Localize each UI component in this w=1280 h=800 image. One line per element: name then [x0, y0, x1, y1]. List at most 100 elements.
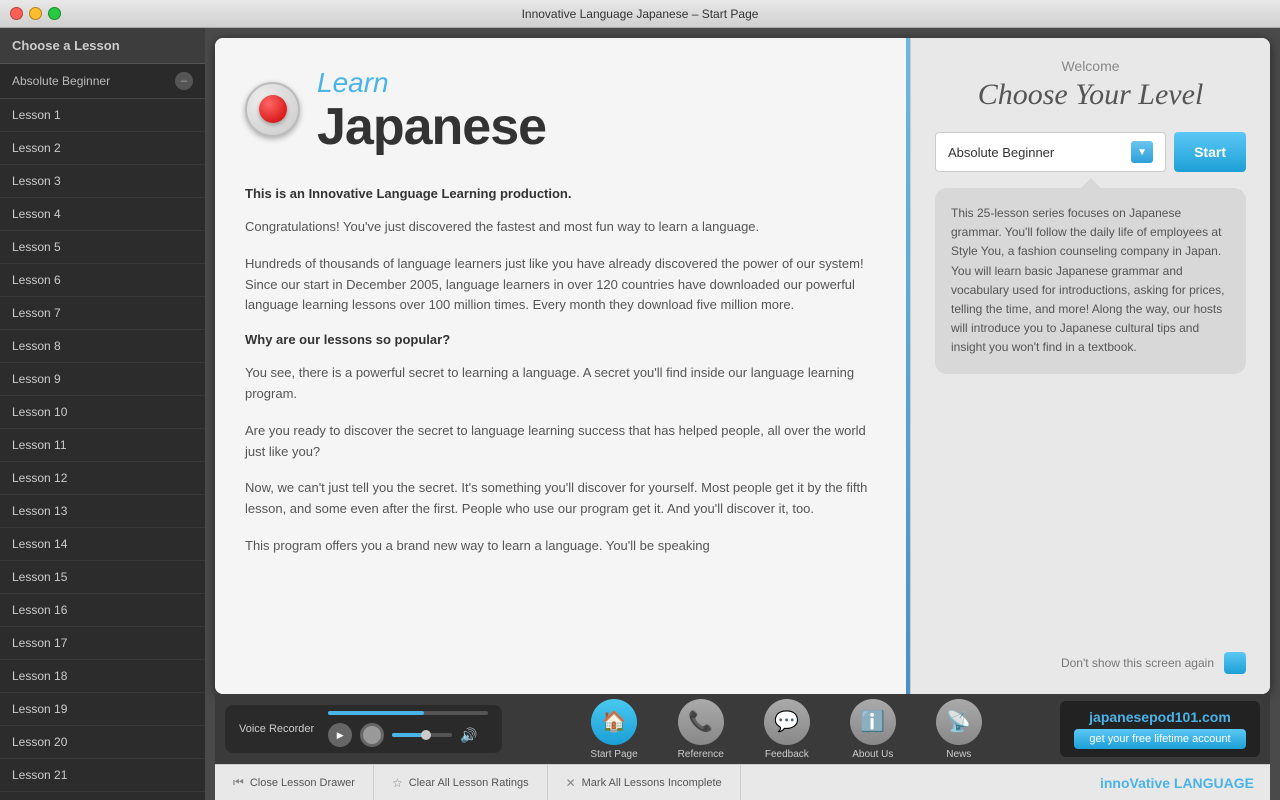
content-body: Learn Japanese This is an Innovative Lan… [215, 38, 1270, 694]
left-panel: Learn Japanese This is an Innovative Lan… [215, 38, 910, 694]
lesson-item-1[interactable]: Lesson 1 [0, 99, 205, 132]
title-bar: Innovative Language Japanese – Start Pag… [0, 0, 1280, 28]
lesson-item-6[interactable]: Lesson 6 [0, 264, 205, 297]
nav-icons: 🏠 Start Page 📞 Reference 💬 Feedback ℹ️ A… [512, 693, 1060, 766]
footer-logo: innoVative LANGUAGE [1084, 775, 1270, 791]
phone-icon: 📞 [678, 699, 724, 745]
choose-level-text: Choose Your Level [935, 78, 1246, 112]
footer-logo-suffix: ative [1138, 775, 1170, 791]
lesson-item-9[interactable]: Lesson 9 [0, 363, 205, 396]
footer-logo-v: V [1130, 775, 1139, 791]
vertical-divider [906, 38, 910, 694]
dont-show-checkbox[interactable] [1224, 652, 1246, 674]
recorder-speaker-icon: 🔊 [460, 727, 477, 744]
window-controls[interactable] [10, 7, 61, 20]
description-text: This 25-lesson series focuses on Japanes… [951, 206, 1224, 354]
recorder-progress-fill [328, 711, 424, 715]
intro-para4: Are you ready to discover the secret to … [245, 421, 880, 463]
recorder-label: Voice Recorder [239, 723, 314, 735]
mark-incomplete-button[interactable]: ✕ Mark All Lessons Incomplete [548, 765, 741, 800]
lesson-item-13[interactable]: Lesson 13 [0, 495, 205, 528]
intro-para1-section: Congratulations! You've just discovered … [245, 217, 880, 238]
app-wrapper: Choose a Lesson Absolute Beginner – Less… [0, 28, 1280, 800]
footer-logo-language: LANGUAGE [1170, 775, 1254, 791]
recorder-record-button[interactable] [360, 723, 384, 747]
nav-item-about-us[interactable]: ℹ️ About Us [830, 693, 916, 766]
lesson-item-12[interactable]: Lesson 12 [0, 462, 205, 495]
sidebar-collapse-icon[interactable]: – [175, 72, 193, 90]
star-icon: ☆ [392, 776, 403, 790]
nav-item-news[interactable]: 📡 News [916, 693, 1002, 766]
maximize-button[interactable] [48, 7, 61, 20]
branding-url-pod: pod [1149, 709, 1175, 725]
intro-para3: You see, there is a powerful secret to l… [245, 363, 880, 405]
sidebar-level-row[interactable]: Absolute Beginner – [0, 64, 205, 99]
branding-cta-button[interactable]: get your free lifetime account [1074, 729, 1246, 749]
lesson-item-2[interactable]: Lesson 2 [0, 132, 205, 165]
branding-area: japanesepod101.com get your free lifetim… [1060, 701, 1260, 757]
recorder-volume-slider[interactable] [392, 733, 452, 737]
nav-label-feedback: Feedback [765, 749, 809, 760]
logo-area: Learn Japanese [245, 68, 880, 156]
intro-para6-section: This program offers you a brand new way … [245, 536, 880, 557]
logo-icon-inner [245, 82, 300, 137]
lesson-item-17[interactable]: Lesson 17 [0, 627, 205, 660]
level-selector-row: Absolute Beginner ▼ Start [935, 132, 1246, 172]
logo-learn-text: Learn [317, 68, 546, 99]
right-panel: Welcome Choose Your Level Absolute Begin… [910, 38, 1270, 694]
minimize-button[interactable] [29, 7, 42, 20]
close-drawer-label: Close Lesson Drawer [250, 777, 355, 789]
lesson-item-22[interactable]: Lesson 22 [0, 792, 205, 800]
chat-icon: 💬 [764, 699, 810, 745]
branding-url: japanesepod101.com [1074, 709, 1246, 725]
recorder-volume-knob [421, 730, 431, 740]
content-card: Learn Japanese This is an Innovative Lan… [215, 38, 1270, 694]
nav-item-reference[interactable]: 📞 Reference [658, 693, 744, 766]
nav-label-news: News [946, 749, 971, 760]
sidebar-lessons: Lesson 1Lesson 2Lesson 3Lesson 4Lesson 5… [0, 99, 205, 800]
intro-para2: Hundreds of thousands of language learne… [245, 254, 880, 316]
nav-item-start-page[interactable]: 🏠 Start Page [570, 693, 657, 766]
level-dropdown[interactable]: Absolute Beginner ▼ [935, 132, 1166, 172]
sidebar-header: Choose a Lesson [0, 28, 205, 64]
intro-para1: Congratulations! You've just discovered … [245, 217, 880, 238]
intro-heading1-section: Why are our lessons so popular? [245, 332, 880, 347]
lesson-item-21[interactable]: Lesson 21 [0, 759, 205, 792]
recorder-controls: ▶ 🔊 [328, 723, 488, 747]
close-drawer-button[interactable]: ⏮ Close Lesson Drawer [215, 765, 374, 800]
close-button[interactable] [10, 7, 23, 20]
lesson-item-18[interactable]: Lesson 18 [0, 660, 205, 693]
nav-label-start-page: Start Page [590, 749, 637, 760]
logo-red-circle [259, 95, 287, 123]
lesson-item-16[interactable]: Lesson 16 [0, 594, 205, 627]
lesson-item-8[interactable]: Lesson 8 [0, 330, 205, 363]
bottom-toolbar: Voice Recorder ▶ 🔊 [215, 694, 1270, 764]
clear-ratings-label: Clear All Lesson Ratings [409, 777, 529, 789]
lesson-item-14[interactable]: Lesson 14 [0, 528, 205, 561]
home-icon: 🏠 [591, 699, 637, 745]
intro-para2-section: Hundreds of thousands of language learne… [245, 254, 880, 316]
lesson-item-19[interactable]: Lesson 19 [0, 693, 205, 726]
lesson-item-20[interactable]: Lesson 20 [0, 726, 205, 759]
lesson-item-3[interactable]: Lesson 3 [0, 165, 205, 198]
sidebar: Choose a Lesson Absolute Beginner – Less… [0, 28, 205, 800]
lesson-item-5[interactable]: Lesson 5 [0, 231, 205, 264]
start-button[interactable]: Start [1174, 132, 1246, 172]
x-icon: ✕ [566, 776, 576, 790]
lesson-item-10[interactable]: Lesson 10 [0, 396, 205, 429]
dropdown-arrow-icon[interactable]: ▼ [1131, 141, 1153, 163]
clear-ratings-button[interactable]: ☆ Clear All Lesson Ratings [374, 765, 548, 800]
lesson-item-7[interactable]: Lesson 7 [0, 297, 205, 330]
main-area: Learn Japanese This is an Innovative Lan… [205, 28, 1280, 800]
nav-item-feedback[interactable]: 💬 Feedback [744, 693, 830, 766]
lesson-item-4[interactable]: Lesson 4 [0, 198, 205, 231]
intro-para3-section: You see, there is a powerful secret to l… [245, 363, 880, 405]
sidebar-level-label: Absolute Beginner [12, 74, 110, 88]
dont-show-row: Don't show this screen again [935, 652, 1246, 674]
recorder-play-button[interactable]: ▶ [328, 723, 352, 747]
info-icon: ℹ️ [850, 699, 896, 745]
lesson-item-15[interactable]: Lesson 15 [0, 561, 205, 594]
branding-url-prefix: japanese [1089, 709, 1149, 725]
logo-icon [245, 82, 305, 142]
lesson-item-11[interactable]: Lesson 11 [0, 429, 205, 462]
